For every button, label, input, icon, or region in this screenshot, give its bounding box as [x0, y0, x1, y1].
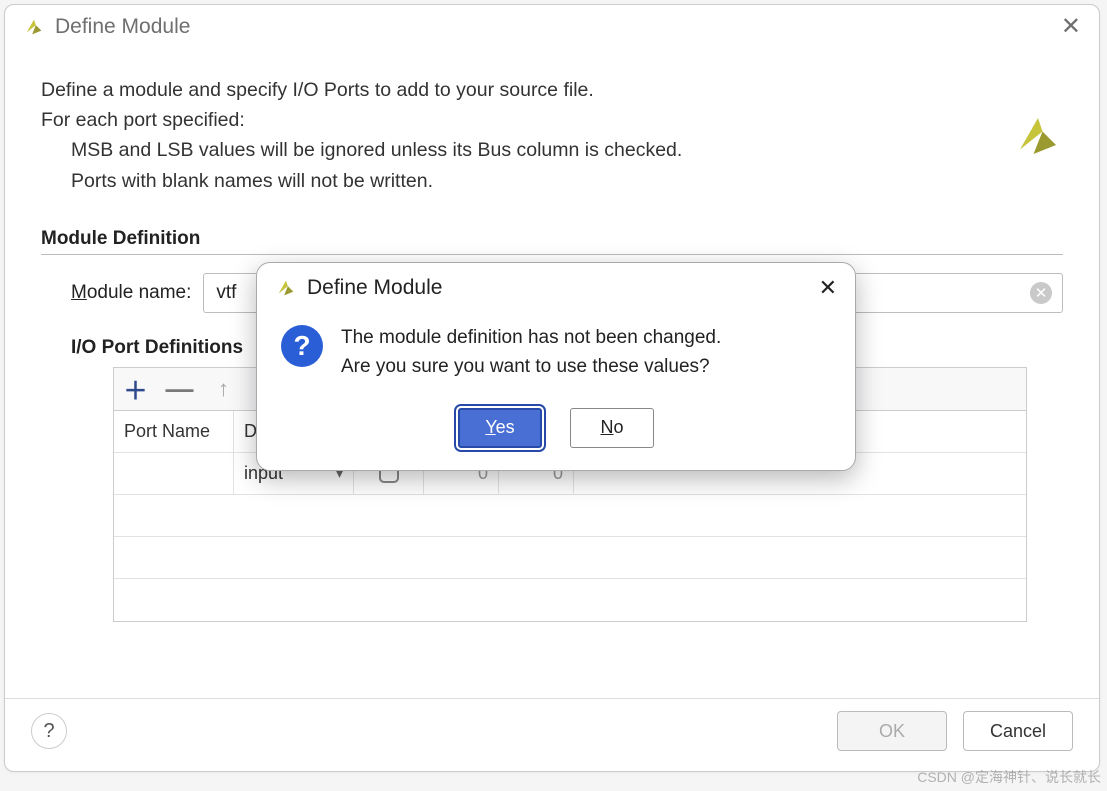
- window-close-button[interactable]: ✕: [1061, 15, 1081, 39]
- confirm-dialog: Define Module ✕ ? The module definition …: [256, 262, 856, 471]
- no-button[interactable]: No: [570, 408, 654, 448]
- dialog-close-button[interactable]: ✕: [819, 275, 837, 301]
- watermark-text: CSDN @定海神针、说长就长: [917, 767, 1101, 787]
- remove-port-button[interactable]: —: [158, 367, 202, 411]
- dialog-title: Define Module: [307, 276, 442, 300]
- dialog-msg-line: Are you sure you want to use these value…: [341, 352, 721, 381]
- col-port-name: Port Name: [114, 411, 234, 452]
- table-row[interactable]: [114, 537, 1026, 579]
- module-name-label: Module name:: [71, 282, 191, 304]
- dialog-message: The module definition has not been chang…: [341, 323, 721, 382]
- intro-line: Ports with blank names will not be writt…: [41, 166, 1063, 196]
- intro-text: Define a module and specify I/O Ports to…: [41, 75, 1063, 196]
- intro-line: For each port specified:: [41, 105, 1063, 135]
- yes-button[interactable]: Yes: [458, 408, 542, 448]
- clear-input-button[interactable]: ✕: [1030, 282, 1052, 304]
- table-row[interactable]: [114, 579, 1026, 621]
- app-logo-icon: [23, 16, 45, 38]
- cell-port-name[interactable]: [114, 453, 234, 494]
- dialog-body: ? The module definition has not been cha…: [257, 309, 855, 390]
- dialog-button-row: Yes No: [257, 390, 855, 470]
- help-button[interactable]: ?: [31, 713, 67, 749]
- ok-button: OK: [837, 711, 947, 751]
- table-row[interactable]: [114, 495, 1026, 537]
- window-title: Define Module: [55, 15, 190, 39]
- question-icon: ?: [281, 325, 323, 367]
- intro-line: MSB and LSB values will be ignored unles…: [41, 135, 1063, 165]
- window-titlebar: Define Module ✕: [5, 5, 1099, 45]
- vivado-logo-icon: [1011, 109, 1065, 163]
- move-up-button[interactable]: ↑: [202, 367, 246, 411]
- module-definition-heading: Module Definition: [41, 228, 1063, 255]
- window-footer: ? OK Cancel: [5, 698, 1099, 771]
- cancel-button[interactable]: Cancel: [963, 711, 1073, 751]
- intro-line: Define a module and specify I/O Ports to…: [41, 75, 1063, 105]
- dialog-msg-line: The module definition has not been chang…: [341, 323, 721, 352]
- add-port-button[interactable]: ＋: [114, 367, 158, 411]
- dialog-titlebar: Define Module ✕: [257, 263, 855, 309]
- app-logo-icon: [275, 277, 297, 299]
